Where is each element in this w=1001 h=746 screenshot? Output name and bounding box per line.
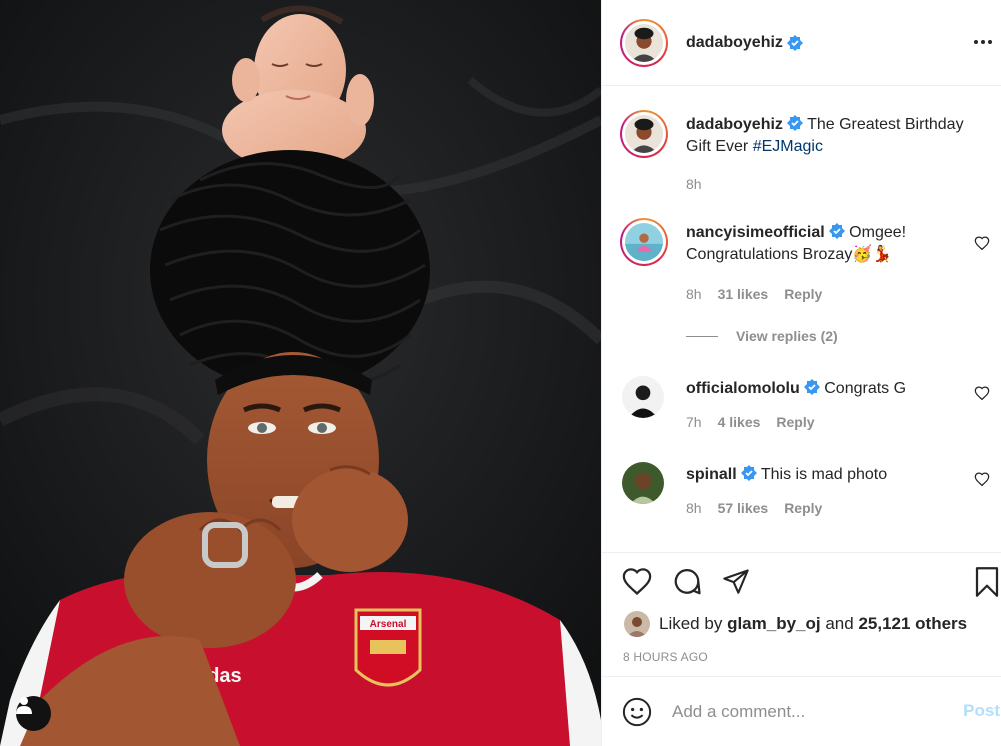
commenter-avatar[interactable]	[622, 462, 664, 504]
comment-body: spinall This is mad photo	[686, 464, 966, 486]
post-comment-button[interactable]: Post	[963, 701, 1000, 721]
liked-by-prefix: Liked by	[659, 614, 723, 633]
comment-meta: 8h 31 likes Reply	[686, 286, 822, 302]
reply-button[interactable]: Reply	[776, 414, 814, 430]
add-comment-input[interactable]	[672, 699, 932, 725]
caption-age: 8h	[686, 176, 702, 192]
post-details-panel: dadaboyehiz dadaboyehiz The Greatest Bir…	[601, 0, 1001, 746]
comment-body: nancyisimeofficial Omgee! Congratulation…	[686, 222, 966, 266]
comment-item: spinall This is mad photo 8h 57 likes Re…	[620, 460, 990, 530]
caption-body: dadaboyehiz The Greatest Birthday Gift E…	[686, 114, 966, 158]
save-bookmark-icon[interactable]	[974, 567, 1000, 597]
caption-avatar[interactable]	[620, 110, 668, 158]
like-comment-heart-icon[interactable]	[974, 472, 990, 486]
comment-body: officialomololu Congrats G	[686, 378, 966, 400]
liked-by-user[interactable]: glam_by_oj	[727, 614, 821, 634]
post-header: dadaboyehiz	[602, 0, 1001, 86]
verified-badge-icon	[828, 223, 845, 239]
comment-text: Congrats G	[824, 380, 907, 397]
share-paper-plane-icon[interactable]	[721, 567, 751, 595]
liker-avatar[interactable]	[624, 611, 650, 637]
verified-badge-icon	[786, 115, 803, 131]
comment-age: 7h	[686, 414, 702, 430]
emoji-smiley-icon[interactable]	[622, 697, 652, 727]
post-caption: dadaboyehiz The Greatest Birthday Gift E…	[620, 110, 990, 200]
comment-item: nancyisimeofficial Omgee! Congratulation…	[620, 218, 990, 348]
comment-likes[interactable]: 57 likes	[718, 500, 769, 516]
svg-text:Arsenal: Arsenal	[370, 619, 407, 630]
view-replies-label: View replies (2)	[736, 328, 838, 344]
comment-username[interactable]: nancyisimeofficial	[686, 224, 825, 241]
verified-badge-icon	[786, 34, 803, 51]
like-comment-heart-icon[interactable]	[974, 386, 990, 400]
liked-by-summary[interactable]: Liked by glam_by_oj and 25,121 others	[624, 611, 967, 637]
replies-divider	[686, 335, 718, 337]
caption-username[interactable]: dadaboyehiz	[686, 116, 783, 133]
author-username[interactable]: dadaboyehiz	[686, 34, 783, 52]
author-avatar[interactable]	[620, 18, 668, 67]
liked-by-connector: and	[825, 614, 854, 633]
caption-meta: 8h	[686, 176, 702, 192]
like-comment-heart-icon[interactable]	[974, 236, 990, 250]
comment-item: officialomololu Congrats G 7h 4 likes Re…	[620, 374, 990, 434]
like-heart-icon[interactable]	[622, 567, 652, 595]
commenter-avatar[interactable]	[620, 218, 668, 266]
comment-meta: 8h 57 likes Reply	[686, 500, 822, 516]
comment-username[interactable]: officialomololu	[686, 380, 800, 397]
comment-likes[interactable]: 31 likes	[718, 286, 769, 302]
view-replies-button[interactable]: View replies (2)	[686, 328, 838, 344]
verified-badge-icon	[803, 379, 820, 395]
reply-button[interactable]: Reply	[784, 500, 822, 516]
verified-badge-icon	[740, 465, 757, 481]
comments-list[interactable]: dadaboyehiz The Greatest Birthday Gift E…	[602, 86, 1001, 552]
liked-by-others[interactable]: 25,121 others	[858, 614, 967, 634]
tag-user-icon[interactable]	[16, 696, 51, 731]
comment-age: 8h	[686, 286, 702, 302]
comment-text: This is mad photo	[760, 466, 888, 483]
add-comment-bar: Post	[602, 676, 1001, 746]
comment-age: 8h	[686, 500, 702, 516]
comment-username[interactable]: spinall	[686, 466, 737, 483]
comment-meta: 7h 4 likes Reply	[686, 414, 815, 430]
caption-hashtag[interactable]: #EJMagic	[753, 138, 823, 155]
post-photo[interactable]: Arsenal adidas	[0, 0, 601, 746]
more-options-icon[interactable]	[970, 30, 996, 54]
post-actions: Liked by glam_by_oj and 25,121 others 8 …	[602, 552, 1001, 676]
post-time-ago[interactable]: 8 HOURS AGO	[623, 650, 708, 664]
comment-icon[interactable]	[672, 567, 702, 597]
commenter-avatar[interactable]	[622, 376, 664, 418]
photo-illustration: Arsenal adidas	[0, 0, 601, 746]
reply-button[interactable]: Reply	[784, 286, 822, 302]
comment-likes[interactable]: 4 likes	[718, 414, 761, 430]
